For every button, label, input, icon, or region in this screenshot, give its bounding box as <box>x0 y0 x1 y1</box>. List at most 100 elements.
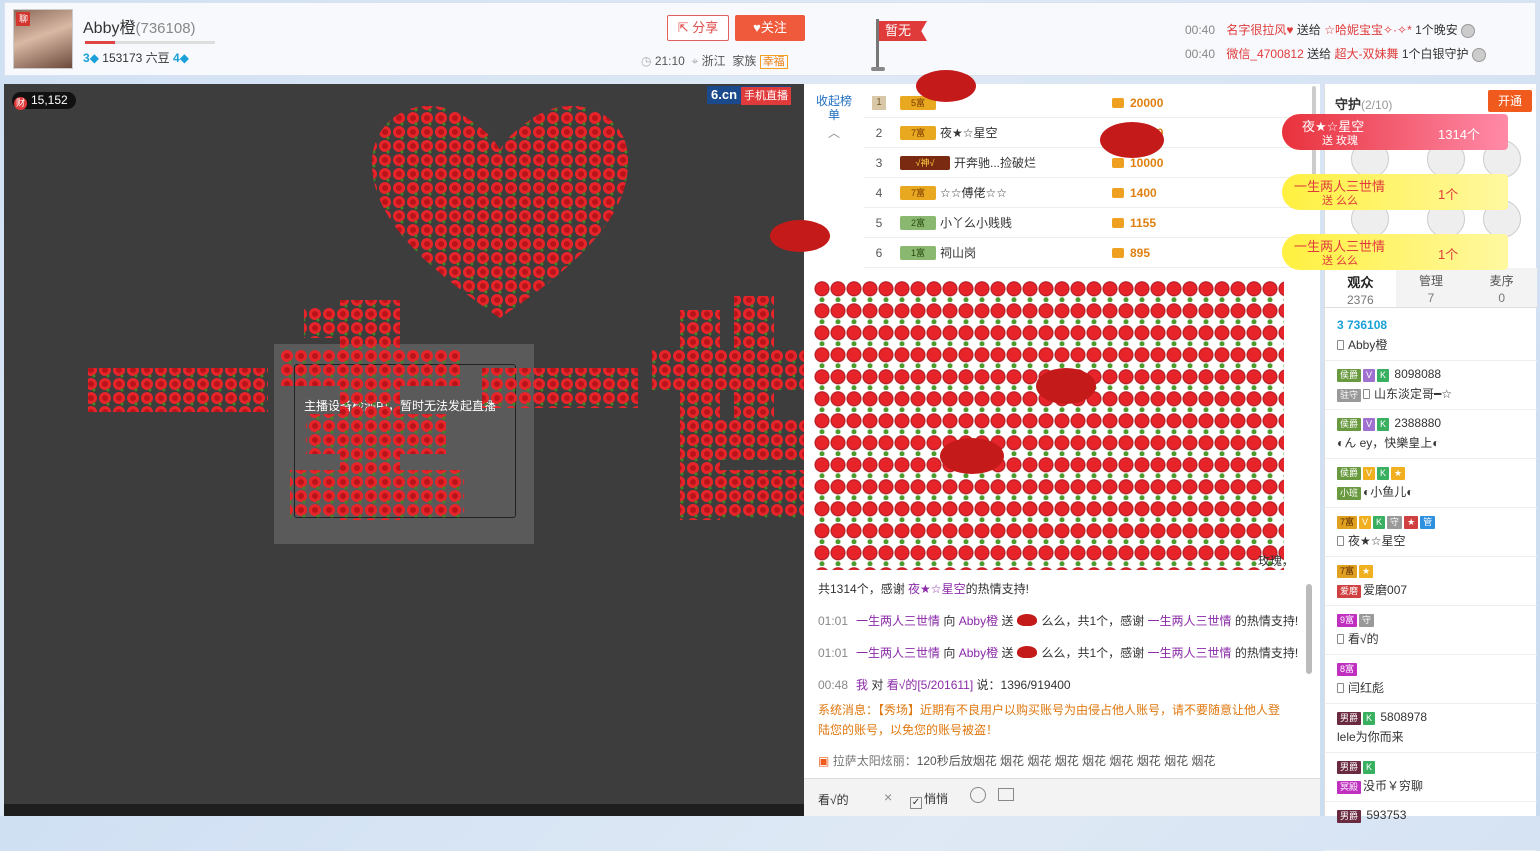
tab-label: 管理 <box>1419 274 1444 288</box>
video-player[interactable]: 财 15,152 6.cn 手机直播 主播设备检测中，暂时无法发起直播 <box>4 84 804 816</box>
follow-button[interactable]: ♥关注 <box>735 15 805 41</box>
list-item[interactable]: 8富 闫红彪 <box>1325 655 1537 704</box>
location-icon: ⌖ <box>691 54 699 68</box>
list-item[interactable]: 男爵 K 5808978 lele为你而来 <box>1325 704 1537 753</box>
phone-icon <box>1337 536 1344 546</box>
gift-broadcast-1[interactable]: 00:40 名字很拉风♥ 送给 ☆哈妮宝宝✧·✧* 1个晚安 <box>1185 21 1476 38</box>
tab-count: 0 <box>1498 291 1506 305</box>
gift-receiver: ☆哈妮宝宝✧·✧* <box>1324 23 1412 37</box>
anchor-avatar[interactable]: 聊 <box>13 9 73 69</box>
site-logo: 6.cn 手机直播 <box>707 86 792 105</box>
gift-popup: 一生两人三世情送 么么 1个 <box>1282 174 1508 210</box>
logo-text: 6.cn <box>711 87 738 102</box>
chat-input-bar: 看√的 × ✓ 悄悄 <box>804 778 1320 816</box>
notice-frame <box>294 364 516 518</box>
phone-icon <box>1337 340 1344 350</box>
rank-number: 3 <box>875 156 883 170</box>
rank-row[interactable]: 3 √神√ 开奔驰...捡破烂 10000 <box>864 148 1308 178</box>
chat-scrollbar[interactable] <box>1306 584 1312 674</box>
guard-title-text: 守护 <box>1335 97 1362 112</box>
user-name: 夜★☆星空 <box>1348 534 1406 548</box>
user-name: ◐小鱼儿◐ <box>1363 485 1414 499</box>
vip-tag: V <box>1363 467 1376 480</box>
chat-user[interactable]: 看√的[5/201611] <box>887 678 973 692</box>
list-item[interactable]: 男爵 K 冥殿 没币￥穷聊 <box>1325 753 1537 802</box>
rank-name: 夜★☆星空 <box>940 126 998 140</box>
guard-title: 守护(2/10) <box>1335 94 1392 113</box>
chat-line: 玫瑰， <box>818 550 1304 572</box>
list-item[interactable]: 侯爵 V K ★ 小班 ◐小鱼儿◐ <box>1325 459 1537 508</box>
k-tag: K <box>1363 761 1376 774</box>
rank-number: 4 <box>875 186 883 200</box>
rank-list: 1 5富 20000 2 7富 夜★☆星空 10000 3 √神√ 开奔驰...捡破烂 1000… <box>864 88 1308 268</box>
share-button[interactable]: ⇱ 分享 <box>667 15 729 41</box>
rank-row[interactable]: 1 5富 20000 <box>864 88 1308 118</box>
share-label: 分享 <box>692 20 719 35</box>
chat-text: 送 <box>1001 614 1014 628</box>
chat-text: 么么，共1个，感谢 <box>1041 646 1145 660</box>
chat-user[interactable]: 夜★☆星空 <box>908 582 966 596</box>
tab-count: 2376 <box>1346 293 1374 307</box>
chat-line: 00:48 我 对 看√的[5/201611] 说：1396/919400 <box>818 674 1304 696</box>
clock-icon: ◷ <box>641 54 652 68</box>
fireworks-user[interactable]: 拉萨太阳炫丽： <box>833 754 917 768</box>
list-item[interactable]: 侯爵 V K 2388880 ◐ん ey，快樂皇上◐ <box>1325 410 1537 459</box>
chat-anchor[interactable]: Abby橙 <box>959 614 998 628</box>
chat-panel: 收起榜单 ︿ 1 5富 20000 2 7富 夜★☆星空 10000 3 √神√ 开奔驰...捡… <box>804 84 1320 816</box>
user-name: 山东淡定哥━☆ <box>1374 387 1452 401</box>
list-item[interactable]: 7富 V K 守 ★ 管夜★☆星空 <box>1325 508 1537 557</box>
gift-count: 1个 <box>1438 247 1459 262</box>
user-id: 2388880 <box>1394 416 1442 430</box>
rank-tag: 8富 <box>1337 663 1358 676</box>
gift-popup: 一生两人三世情送 么么 1个 <box>1282 234 1508 270</box>
chat-user[interactable]: 一生两人三世情 <box>856 614 940 628</box>
guard-tag: 守 <box>1387 516 1403 529</box>
gift-action: 送 么么 <box>1322 255 1359 267</box>
rank-row[interactable]: 5 2富 小丫么小贱贱 1155 <box>864 208 1308 238</box>
image-icon[interactable] <box>998 788 1014 801</box>
chat-text: 向 <box>943 646 956 660</box>
guard-count: (2/10) <box>1361 98 1393 112</box>
emoji-icon[interactable] <box>970 787 986 803</box>
rank-row[interactable]: 4 7富 ☆☆傅佬☆☆ 1400 <box>864 178 1308 208</box>
user-id: 593753 <box>1366 808 1407 822</box>
chat-user[interactable]: 一生两人三世情 <box>1148 646 1232 660</box>
open-guard-button[interactable]: 开通 <box>1488 90 1532 112</box>
gift-action: 送 么么 <box>1322 195 1359 207</box>
tab-admin[interactable]: 管理 7 <box>1396 268 1467 307</box>
chat-line: 01:01 一生两人三世情 向 Abby橙 送么么，共1个，感谢 一生两人三世情 … <box>818 642 1304 664</box>
list-item[interactable]: 男爵 593753 <box>1325 802 1537 851</box>
location: 浙江 <box>701 54 726 68</box>
chat-input[interactable]: 看√的 <box>818 791 849 808</box>
gift-broadcast-2[interactable]: 00:40 微信_4700812 送给 超大-双妹舞 1个白银守护 <box>1185 45 1486 62</box>
flag-badge[interactable]: 暂无 <box>879 21 927 41</box>
rank-row[interactable]: 6 1富 祠山岗 895 <box>864 238 1308 268</box>
list-item[interactable]: 7富 ★ 爱磨 爱磨007 <box>1325 557 1537 606</box>
rank-row[interactable]: 2 7富 夜★☆星空 10000 <box>864 118 1308 148</box>
family-name[interactable]: 幸福 <box>759 55 788 69</box>
k-tag: K <box>1373 516 1386 529</box>
tab-label: 观众 <box>1347 275 1374 290</box>
collapse-rank-button[interactable]: 收起榜单 ︿ <box>816 94 852 140</box>
list-item[interactable]: 3 736108 Abby橙 <box>1325 312 1537 361</box>
wealth-badge: 5富 <box>900 96 936 110</box>
gift-time: 00:40 <box>1185 47 1216 61</box>
tab-mic-queue[interactable]: 麦序 0 <box>1466 268 1537 307</box>
whisper-checkbox[interactable]: ✓ 悄悄 <box>910 790 948 809</box>
clear-target-button[interactable]: × <box>884 789 892 805</box>
chat-anchor[interactable]: Abby橙 <box>959 646 998 660</box>
star-icon: ★ <box>1391 467 1406 480</box>
rank-value: 895 <box>1112 238 1150 268</box>
video-controls[interactable] <box>4 804 804 816</box>
chat-user[interactable]: 一生两人三世情 <box>856 646 940 660</box>
tab-audience[interactable]: 观众 2376 <box>1325 268 1396 307</box>
user-name: lele为你而来 <box>1337 730 1404 744</box>
list-item[interactable]: 侯爵 V K 8098088 驻守 山东淡定哥━☆ <box>1325 361 1537 410</box>
chat-text: 向 <box>943 614 956 628</box>
anchor-name[interactable]: Abby橙(736108) <box>83 14 196 38</box>
user-name: ◐ん ey，快樂皇上◐ <box>1337 436 1440 450</box>
level-left: 3 <box>83 51 90 65</box>
chat-user[interactable]: 一生两人三世情 <box>1148 614 1232 628</box>
list-item[interactable]: 9富守看√的 <box>1325 606 1537 655</box>
badge-tag: 小班 <box>1337 487 1362 500</box>
